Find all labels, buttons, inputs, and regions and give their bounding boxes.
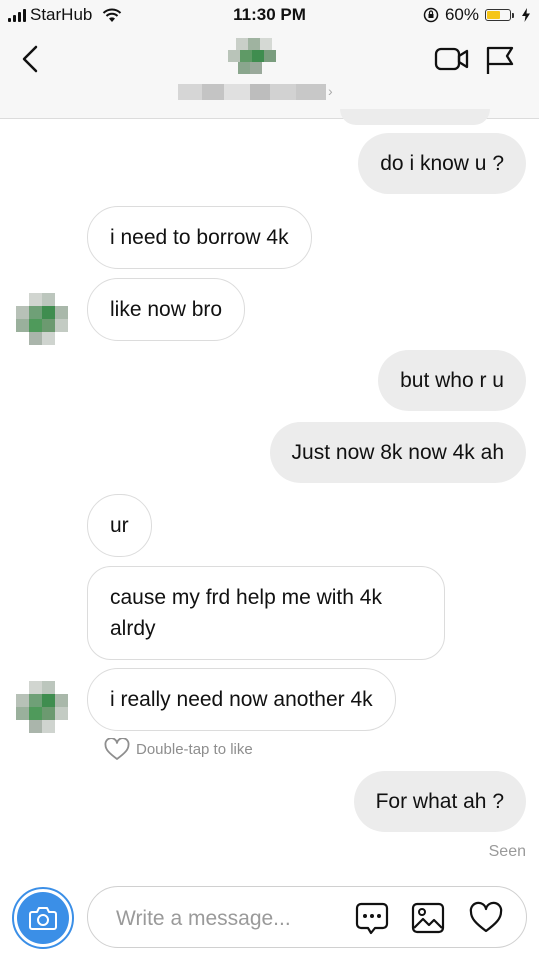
message-incoming[interactable]: like now bro [87,278,246,341]
message-incoming[interactable]: i need to borrow 4k [87,206,312,269]
contact-name-blurred[interactable] [178,84,326,100]
gallery-icon[interactable] [410,900,446,936]
contact-avatar[interactable] [228,34,276,78]
battery-icon [485,9,514,21]
sender-avatar[interactable] [16,293,68,345]
message-incoming[interactable]: ur [87,494,152,557]
status-right: 60% [423,5,531,25]
message-outgoing[interactable]: Just now 8k now 4k ah [269,422,526,483]
back-chevron-icon[interactable] [16,44,46,74]
message-outgoing[interactable]: but who r u [378,350,526,411]
message-outgoing[interactable]: For what ah ? [353,771,526,832]
charging-icon [522,8,530,22]
message-incoming[interactable]: cause my frd help me with 4k alrdy [87,566,445,660]
conversation-header: › [0,30,539,119]
double-tap-like-hint[interactable]: Double-tap to like [104,738,253,761]
message-outgoing[interactable]: do i know u ? [358,133,526,194]
heart-icon[interactable] [468,900,504,936]
message-input[interactable] [114,901,348,937]
flag-icon[interactable] [484,44,516,76]
battery-percent: 60% [444,5,479,24]
seen-receipt: Seen [488,843,526,860]
status-bar: StarHub 11:30 PM 60% [0,0,539,30]
message-incoming[interactable]: i really need now another 4k [87,668,396,731]
heart-outline-icon [104,738,130,760]
sender-avatar[interactable] [16,681,68,733]
orientation-lock-icon [423,7,439,23]
previous-message-remnant [340,109,490,125]
camera-button[interactable] [12,887,74,949]
like-hint-label: Double-tap to like [136,741,253,758]
video-call-icon[interactable] [434,44,470,74]
chat-bubble-icon[interactable] [354,900,390,936]
profile-chevron-icon[interactable]: › [328,83,333,99]
camera-icon [29,907,57,930]
message-composer[interactable] [87,886,527,948]
message-thread[interactable]: do i know u ? i need to borrow 4k like n… [0,109,539,879]
